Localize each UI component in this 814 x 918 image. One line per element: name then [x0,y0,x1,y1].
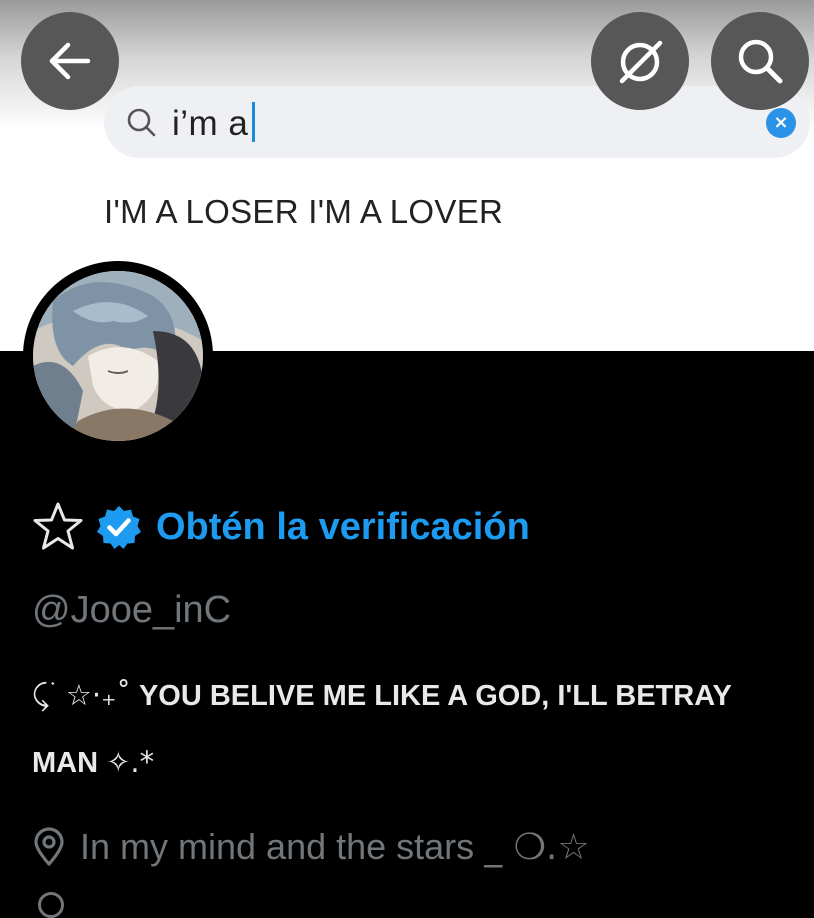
banner-search-icon [127,108,156,137]
bio-line-2: MAN ✧.* [32,745,154,780]
bio-line-1: ⤹ ࣪ ☆·₊˚ YOU BELIVE ME LIKE A GOD, I'LL … [32,678,732,713]
link-icon [38,892,64,918]
location-pin-icon [34,827,64,866]
grok-button[interactable] [591,12,689,110]
profile-handle: @Jooe_inC [32,589,232,631]
text-caret [252,102,256,142]
banner-search-suggestion: I'M A LOSER I'M A LOVER [104,193,504,230]
banner-search-query: i’m a [172,102,256,144]
get-verified-link[interactable]: Obtén la verificación [156,506,530,549]
verified-badge-icon [97,506,141,549]
arrow-left-icon [49,42,91,80]
back-button[interactable] [21,12,119,110]
profile-location: In my mind and the stars _ ❍.☆ [32,822,590,872]
bio-text-continued: MAN [32,747,99,779]
location-text: In my mind and the stars _ ❍.☆ [80,826,590,868]
avatar[interactable] [33,271,203,441]
search-icon [738,39,783,84]
profile-name-row: Obtén la verificación [32,500,530,554]
avatar-illustration [33,271,203,441]
search-button[interactable] [711,12,809,110]
bio-text: YOU BELIVE ME LIKE A GOD, I'LL BETRAY [138,680,732,712]
bio-sparkle-decoration: ✧.* [106,745,155,779]
banner-clear-icon: × [766,108,796,138]
bio-decoration: ⤹ ࣪ ☆·₊˚ [32,678,131,712]
star-badge-icon [33,502,83,550]
banner-search-bar: i’m a × [104,86,810,158]
grok-slash-icon [619,40,663,84]
